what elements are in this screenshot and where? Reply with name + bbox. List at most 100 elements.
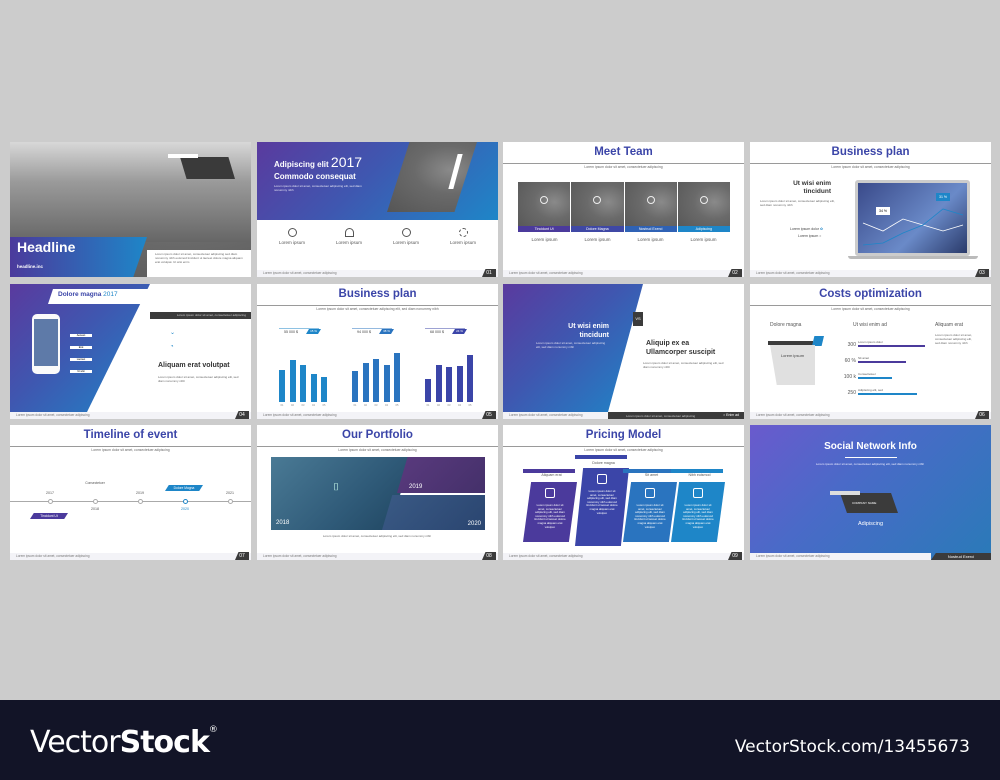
callout-34: 34 %: [876, 207, 890, 215]
bar: [310, 374, 317, 402]
slide-headline[interactable]: Headline headline.inc Lorem ipsum dolor …: [10, 142, 251, 277]
slide-costs-optimization[interactable]: Costs optimization Lorem ipsum dolor sit…: [750, 284, 991, 419]
phone-tag: Ut wisi: [70, 370, 92, 373]
timeline-node[interactable]: [138, 499, 143, 504]
group-line: [352, 328, 392, 329]
footer-text: Lorem ipsum dolor sit amet, consectetuer…: [16, 413, 90, 417]
dark-strip: Lorem ipsum dolor sit amet, consectetuer…: [150, 312, 251, 319]
member-label: Lorem ipsum: [584, 237, 611, 242]
info-card: Lorem ipsum: [770, 345, 815, 385]
slide-vs[interactable]: VS Ut wisi enim tincidunt Lorem ipsum dol…: [503, 284, 744, 419]
slide-timeline[interactable]: Timeline of event Lorem ipsum dolor sit …: [10, 425, 251, 560]
plan-top-bar: [575, 455, 627, 459]
timeline-year: 2020: [181, 507, 189, 511]
feature-item[interactable]: Lorem ipsum: [381, 228, 431, 268]
feature-item[interactable]: Lorem ipsum: [438, 228, 488, 268]
bar: [373, 359, 379, 402]
option-b[interactable]: Lorem ipsum ○: [798, 234, 821, 238]
plan-text: Lorem ipsum dolor sit amet, consectetuer…: [634, 503, 666, 529]
intro-title-a-text: Adipiscing elit: [274, 160, 329, 169]
team-member[interactable]: Nostrud Exerci: [624, 182, 677, 232]
slide-pricing-model[interactable]: Pricing Model Lorem ipsum dolor sit amet…: [503, 425, 744, 560]
slide-social-network[interactable]: Social Network Info Lorem ipsum dolor si…: [750, 425, 991, 560]
slide-subtitle: Lorem ipsum dolor sit amet, consectetuer…: [91, 448, 170, 452]
slide-business-plan-laptop[interactable]: Business plan Lorem ipsum dolor sit amet…: [750, 142, 991, 277]
slide-title: Our Portfolio: [342, 429, 413, 441]
member-name: Tincidunt Ut: [518, 226, 571, 232]
slide-intro-2017[interactable]: Adipiscing elit 2017 Commodo consequat L…: [257, 142, 498, 277]
social-button[interactable]: Nostrud Exerci: [931, 553, 991, 560]
footer-text: Lorem ipsum dolor sit amet, consectetuer…: [509, 271, 583, 275]
vectorstock-url[interactable]: VectorStock.com/13455673: [735, 737, 970, 757]
footer-text: Lorem ipsum dolor sit amet, consectetuer…: [263, 413, 337, 417]
title-year: 2017: [103, 291, 118, 298]
phone-tag: Erat: [70, 346, 92, 349]
group-percent-badge: 15 %: [306, 329, 321, 334]
company-name: COMPANY NAME: [852, 501, 877, 505]
bar-tick-label: 05: [395, 404, 399, 407]
radio-icon: ○: [819, 234, 822, 238]
bar: [383, 364, 390, 402]
option-a[interactable]: Lorem ipsum dolor ✿: [790, 227, 823, 231]
footer-text: Lorem ipsum dolor sit amet, consectetuer…: [756, 554, 830, 558]
slide-dolore-magna-phone[interactable]: Dolore magna 2017 Lorem ipsum dolor sit …: [10, 284, 251, 419]
portfolio-image-2019[interactable]: 2019: [397, 457, 485, 493]
user-icon: [693, 488, 703, 498]
section-heading: Ut wisi enim tincidunt: [793, 180, 831, 196]
plan-card[interactable]: Lorem ipsum dolor sit amet, consectetuer…: [575, 468, 629, 546]
timeline-node[interactable]: [228, 499, 233, 504]
slide-business-plan-bars[interactable]: Business plan Lorem ipsum dolor sit amet…: [257, 284, 498, 419]
portfolio-image-2020[interactable]: 2020: [382, 495, 485, 530]
timeline-node[interactable]: [183, 499, 188, 504]
company-badge: [180, 157, 235, 179]
phone-tag: Aenean: [70, 334, 92, 337]
vs-right-body: Lorem ipsum dolor sit amet, consectetuer…: [643, 361, 724, 369]
logo-part-b: Stock: [119, 725, 210, 760]
team-member[interactable]: Adipiscing: [677, 182, 730, 232]
timeline-node[interactable]: [93, 499, 98, 504]
play-cycle-icon: [401, 228, 411, 237]
social-subtitle: Lorem ipsum dolor sit amet, consectetuer…: [815, 462, 925, 466]
headline-title: Headline: [17, 239, 76, 255]
group-percent-badge: 24 %: [452, 329, 467, 334]
user-icon: [593, 196, 602, 204]
bar-tick-label: 02: [437, 404, 440, 407]
footer-text: Lorem ipsum dolor sit amet, consectetuer…: [263, 271, 337, 275]
footer-text: Lorem ipsum dolor sit amet, consectetuer…: [756, 413, 830, 417]
slide-header: Our Portfolio: [257, 425, 498, 447]
timeline-node[interactable]: [48, 499, 53, 504]
calendar-icon: [597, 474, 607, 484]
feature-item[interactable]: Lorem ipsum: [267, 228, 317, 268]
slide-portfolio[interactable]: Our Portfolio Lorem ipsum dolor sit amet…: [257, 425, 498, 560]
group-line: [279, 328, 319, 329]
slide-title: Pricing Model: [585, 429, 662, 441]
timeline-tag: Dolore Magna: [165, 485, 203, 491]
vectorstock-logo[interactable]: VectorStock®: [30, 725, 218, 760]
heading-line: Ullamcorper suscipit: [646, 349, 716, 356]
timeline-year: 2021: [226, 491, 234, 495]
bar: [300, 364, 306, 402]
vs-badge: VS: [633, 312, 643, 326]
plan-card[interactable]: Lorem ipsum dolor sit amet, consectetuer…: [623, 482, 677, 542]
slide-header: Costs optimization: [750, 284, 991, 306]
logo-part-a: Vector: [30, 725, 121, 760]
bar-tick-label: 02: [291, 404, 294, 407]
cost-label: Adipiscing elit, sed: [858, 388, 883, 392]
cost-label: Consectetuer: [858, 372, 876, 376]
headline-body: Lorem ipsum dolor sit amet, consectetuer…: [155, 252, 243, 264]
user-icon: [540, 196, 549, 204]
timeline-year: 2017: [46, 491, 54, 495]
team-member[interactable]: Dolore Magna: [571, 182, 624, 232]
dark-footer-button[interactable]: ○ Enim ad: [723, 413, 739, 417]
slide-meet-team[interactable]: Meet Team Lorem ipsum dolor sit amet, co…: [503, 142, 744, 277]
feature-label: Lorem ipsum: [335, 240, 362, 245]
plan-card[interactable]: Lorem ipsum dolor sit amet, consectetuer…: [523, 482, 577, 542]
feature-item[interactable]: Lorem ipsum: [324, 228, 374, 268]
slide-footer: Lorem ipsum dolor sit amet, consectetuer…: [257, 412, 498, 419]
social-caption: Adipiscing: [857, 521, 884, 527]
plan-card[interactable]: Lorem ipsum dolor sit amet, consectetuer…: [671, 482, 725, 542]
cost-value: 100 k: [843, 374, 856, 380]
registered-mark: ®: [208, 725, 218, 735]
team-member[interactable]: Tincidunt Ut: [518, 182, 571, 232]
slide-footer: Lorem ipsum dolor sit amet, consectetuer…: [503, 270, 744, 277]
